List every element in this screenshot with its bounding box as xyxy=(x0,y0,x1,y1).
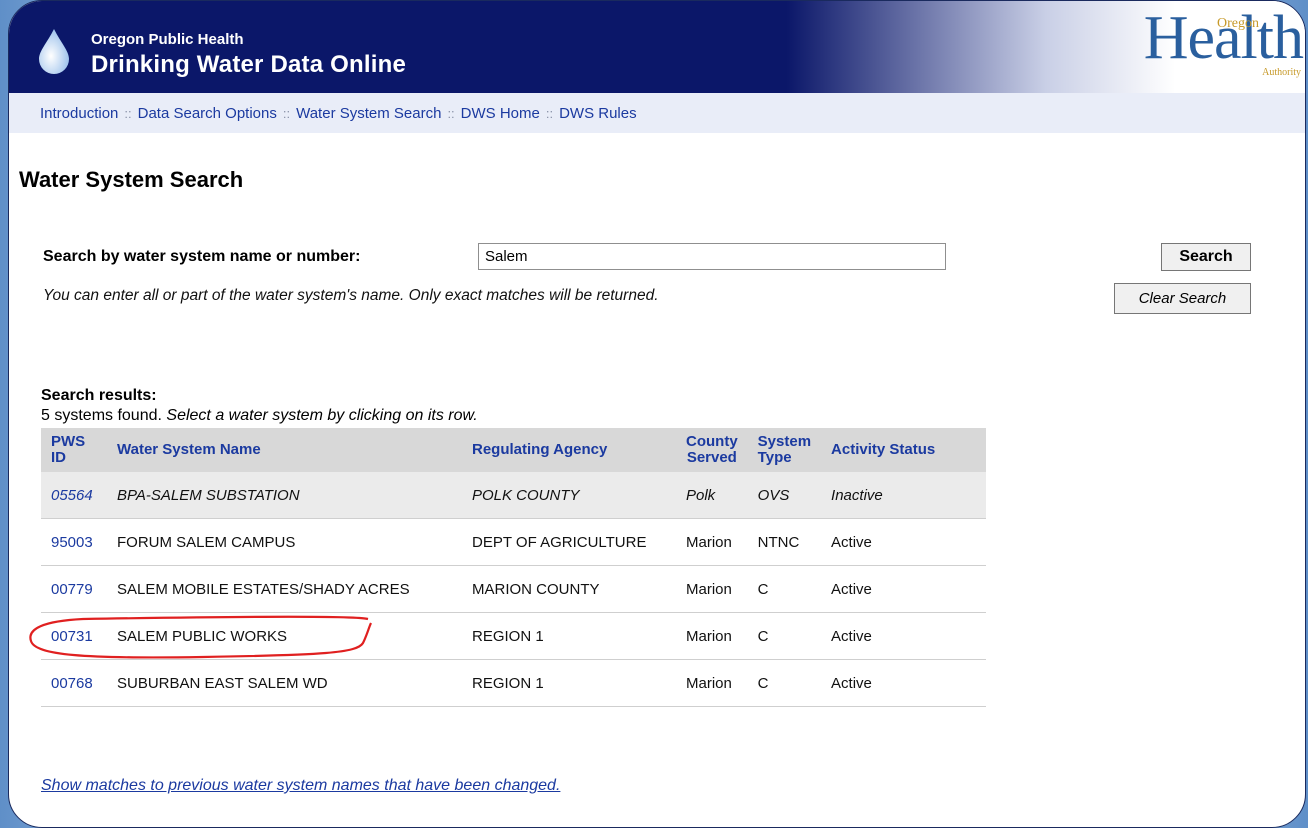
table-row[interactable]: 95003 FORUM SALEM CAMPUS DEPT OF AGRICUL… xyxy=(41,518,986,566)
nav-data-search-options[interactable]: Data Search Options xyxy=(138,105,277,122)
nav-dws-rules[interactable]: DWS Rules xyxy=(559,105,637,122)
search-label: Search by water system name or number: xyxy=(43,248,361,265)
search-button[interactable]: Search xyxy=(1161,243,1251,271)
cell-type: C xyxy=(747,659,822,707)
cell-system-name: SUBURBAN EAST SALEM WD xyxy=(107,659,462,707)
cell-status: Active xyxy=(821,612,986,660)
col-pws-id[interactable]: PWS ID xyxy=(41,428,107,472)
search-hint: You can enter all or part of the water s… xyxy=(43,287,659,304)
nav-separator: :: xyxy=(447,105,455,121)
cell-system-name: SALEM PUBLIC WORKS xyxy=(107,612,462,660)
table-row[interactable]: 05564 BPA-SALEM SUBSTATION POLK COUNTY P… xyxy=(41,472,986,519)
cell-status: Inactive xyxy=(821,472,986,519)
page-title: Water System Search xyxy=(19,167,244,192)
col-county-served[interactable]: County Served xyxy=(676,428,748,472)
cell-county: Marion xyxy=(676,518,748,566)
cell-system-name: SALEM MOBILE ESTATES/SHADY ACRES xyxy=(107,565,462,613)
clear-search-button[interactable]: Clear Search xyxy=(1114,283,1251,314)
logo-top-text: Oregon xyxy=(1217,16,1259,31)
brand-title: Drinking Water Data Online xyxy=(91,51,407,78)
page-frame: Oregon Public Health Drinking Water Data… xyxy=(8,0,1306,828)
logo-bottom-text: Authority xyxy=(1262,67,1301,78)
nav-introduction[interactable]: Introduction xyxy=(40,105,118,122)
col-water-system-name[interactable]: Water System Name xyxy=(107,428,462,472)
oha-logo: Health Oregon Authority xyxy=(1115,7,1305,79)
cell-type: C xyxy=(747,565,822,613)
table-row[interactable]: 00768 SUBURBAN EAST SALEM WD REGION 1 Ma… xyxy=(41,659,986,707)
cell-agency: POLK COUNTY xyxy=(462,472,676,519)
col-system-type[interactable]: System Type xyxy=(747,428,822,472)
cell-type: NTNC xyxy=(747,518,822,566)
header-banner: Oregon Public Health Drinking Water Data… xyxy=(9,1,1305,93)
col-regulating-agency[interactable]: Regulating Agency xyxy=(462,428,676,472)
previous-names-link[interactable]: Show matches to previous water system na… xyxy=(41,777,560,795)
cell-type: C xyxy=(747,612,822,660)
table-header-row: PWS ID Water System Name Regulating Agen… xyxy=(41,428,986,472)
nav-separator: :: xyxy=(545,105,554,121)
cell-county: Marion xyxy=(676,659,748,707)
table-row[interactable]: 00779 SALEM MOBILE ESTATES/SHADY ACRES M… xyxy=(41,565,986,613)
cell-status: Active xyxy=(821,565,986,613)
cell-system-name: BPA-SALEM SUBSTATION xyxy=(107,472,462,519)
cell-county: Polk xyxy=(676,472,748,519)
table-row[interactable]: 00731 SALEM PUBLIC WORKS REGION 1 Marion… xyxy=(41,612,986,660)
cell-type: OVS xyxy=(747,472,822,519)
nav-dws-home[interactable]: DWS Home xyxy=(461,105,540,122)
results-count: 5 systems found. Select a water system b… xyxy=(41,407,478,425)
cell-agency: REGION 1 xyxy=(462,612,676,660)
cell-pws-id[interactable]: 00768 xyxy=(41,659,107,707)
col-activity-status[interactable]: Activity Status xyxy=(821,428,986,472)
results-label: Search results: xyxy=(41,387,157,404)
cell-county: Marion xyxy=(676,565,748,613)
cell-agency: REGION 1 xyxy=(462,659,676,707)
water-drop-icon xyxy=(39,29,69,74)
cell-pws-id[interactable]: 00731 xyxy=(41,612,107,660)
results-table: PWS ID Water System Name Regulating Agen… xyxy=(41,428,986,707)
brand-subtitle: Oregon Public Health xyxy=(91,31,244,48)
nav-separator: :: xyxy=(282,105,291,121)
cell-status: Active xyxy=(821,659,986,707)
cell-pws-id[interactable]: 05564 xyxy=(41,472,107,519)
nav-water-system-search[interactable]: Water System Search xyxy=(296,105,441,122)
cell-agency: DEPT OF AGRICULTURE xyxy=(462,518,676,566)
nav-separator: :: xyxy=(124,105,132,121)
cell-system-name: FORUM SALEM CAMPUS xyxy=(107,518,462,566)
cell-pws-id[interactable]: 95003 xyxy=(41,518,107,566)
top-nav: Introduction :: Data Search Options :: W… xyxy=(9,93,1305,133)
cell-agency: MARION COUNTY xyxy=(462,565,676,613)
cell-status: Active xyxy=(821,518,986,566)
results-count-text: 5 systems found. xyxy=(41,407,162,424)
cell-county: Marion xyxy=(676,612,748,660)
search-input[interactable] xyxy=(478,243,946,270)
cell-pws-id[interactable]: 00779 xyxy=(41,565,107,613)
results-instruction: Select a water system by clicking on its… xyxy=(166,407,478,424)
